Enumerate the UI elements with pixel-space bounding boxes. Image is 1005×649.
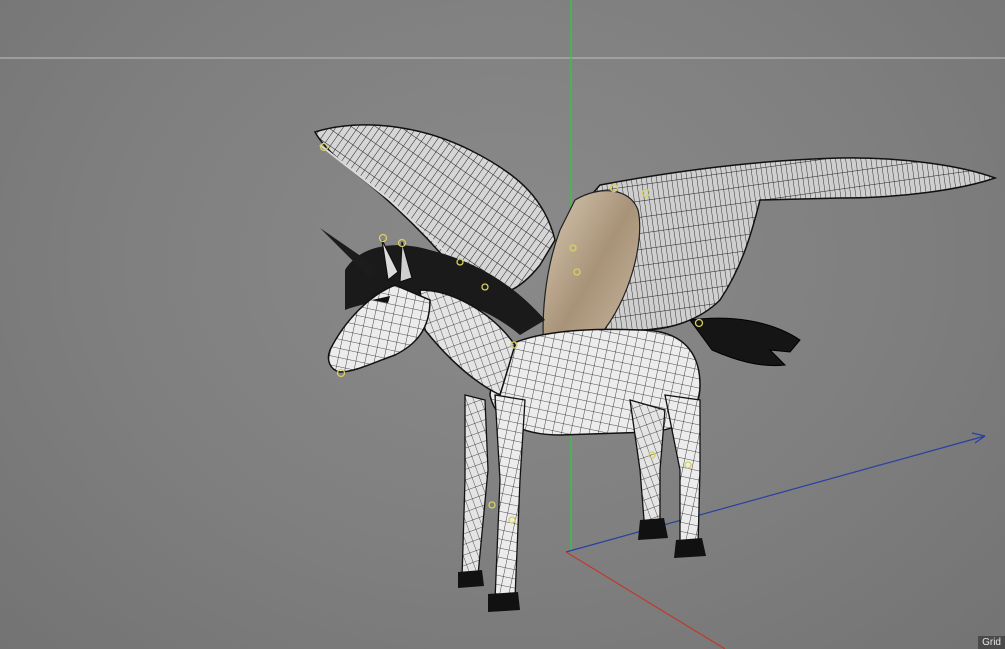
- hooves: [458, 518, 706, 612]
- x-axis-line: [565, 551, 726, 649]
- z-axis-line: [565, 435, 986, 553]
- hind-leg-mesh[interactable]: [664, 394, 701, 549]
- viewport-canvas[interactable]: [0, 0, 1005, 649]
- grid-label: Grid: [978, 636, 1005, 649]
- tail-mesh: [689, 317, 801, 367]
- 3d-viewport[interactable]: Grid: [0, 0, 1005, 649]
- head-mesh[interactable]: [327, 284, 431, 373]
- front-leg-mesh[interactable]: [494, 394, 526, 601]
- front-leg-mesh[interactable]: [461, 394, 489, 579]
- pegasus-mesh-icon[interactable]: [313, 124, 998, 612]
- hind-leg-mesh[interactable]: [629, 399, 666, 533]
